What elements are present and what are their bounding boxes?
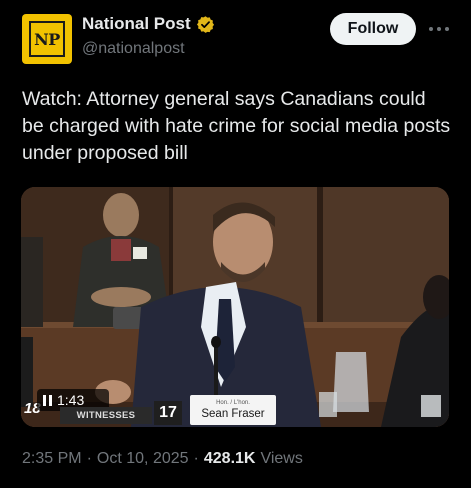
display-name[interactable]: National Post [82, 14, 191, 34]
more-horizontal-icon[interactable] [428, 20, 450, 38]
nameplate: Hon. / L'hon. Sean Fraser [190, 395, 276, 425]
verified-badge-icon [196, 15, 215, 34]
views-count: 428.1K [203, 450, 256, 467]
account-handle[interactable]: @nationalpost [82, 40, 185, 58]
meta-separator: · [86, 450, 92, 467]
avatar[interactable]: NP [22, 14, 72, 64]
pause-icon[interactable] [43, 394, 52, 406]
post-date[interactable]: Oct 10, 2025 [97, 450, 189, 468]
name-row: National Post [82, 14, 215, 34]
meta-separator: · [193, 450, 199, 467]
video-time: 1:43 [57, 392, 85, 408]
chyron-witnesses-label: WITNESSES [60, 407, 152, 424]
avatar-logo: NP [29, 21, 65, 57]
tweet-card: NP National Post @nationalpost Follow Wa… [0, 0, 471, 488]
nameplate-name: Sean Fraser [201, 407, 265, 420]
post-time[interactable]: 2:35 PM [22, 450, 82, 468]
tweet-text: Watch: Attorney general says Canadians c… [22, 88, 451, 164]
seat-number: 17 [154, 401, 182, 425]
follow-button[interactable]: Follow [330, 13, 416, 45]
nameplate-title: Hon. / L'hon. [216, 399, 250, 406]
views-label: Views [260, 450, 303, 467]
tweet-meta: 2:35 PM · Oct 10, 2025 · 428.1K Views [22, 450, 303, 468]
